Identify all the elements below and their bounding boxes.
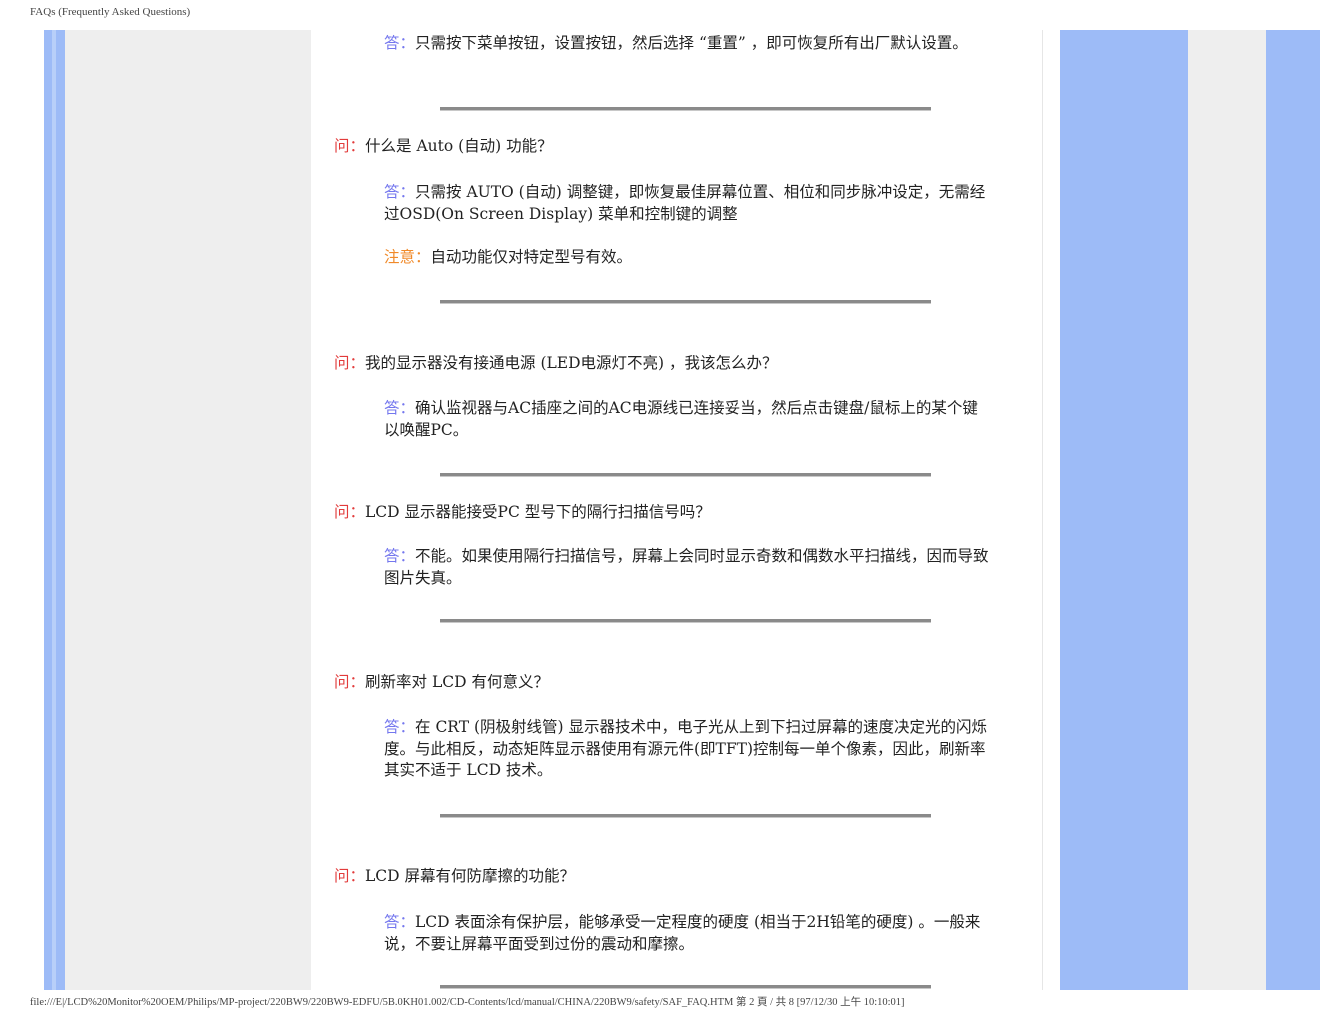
print-footer-path: file:///E|/LCD%20Monitor%20OEM/Philips/M…	[30, 997, 905, 1008]
answer-label: 答：	[384, 718, 416, 736]
question-1: 问：什么是 Auto (自动) 功能？	[334, 136, 553, 158]
separator-rule	[440, 619, 931, 623]
answer-text: 在 CRT (阴极射线管) 显示器技术中，电子光从上到下扫过屏幕的速度决定光的闪…	[384, 718, 987, 779]
answer-text: 只需按下菜单按钮，设置按钮，然后选择 “重置” ，即可恢复所有出厂默认设置。	[415, 34, 968, 52]
separator-rule	[440, 985, 931, 989]
answer-text: 不能。如果使用隔行扫描信号，屏幕上会同时显示奇数和偶数水平扫描线，因而导致图片失…	[384, 547, 989, 587]
question-text: LCD 屏幕有何防摩擦的功能？	[365, 867, 576, 885]
faq-content: 答：只需按下菜单按钮，设置按钮，然后选择 “重置” ，即可恢复所有出厂默认设置。…	[0, 0, 1320, 1020]
question-text: 刷新率对 LCD 有何意义？	[365, 673, 549, 691]
question-label: 问：	[334, 503, 366, 521]
note-text: 自动功能仅对特定型号有效。	[430, 248, 633, 266]
answer-label: 答：	[384, 399, 416, 417]
question-label: 问：	[334, 867, 366, 885]
note-label: 注意：	[384, 248, 431, 266]
question-text: LCD 显示器能接受PC 型号下的隔行扫描信号吗？	[365, 503, 711, 521]
separator-rule	[440, 473, 931, 477]
note-1: 注意：自动功能仅对特定型号有效。	[384, 247, 989, 269]
answer-label: 答：	[384, 34, 416, 52]
separator-rule	[440, 107, 931, 111]
separator-rule	[440, 300, 931, 304]
question-2: 问：我的显示器没有接通电源 (LED电源灯不亮) ，我该怎么办？	[334, 353, 778, 375]
question-label: 问：	[334, 673, 366, 691]
separator-rule	[440, 814, 931, 818]
answer-5: 答：LCD 表面涂有保护层，能够承受一定程度的硬度 (相当于2H铅笔的硬度) 。…	[384, 912, 989, 955]
question-4: 问：刷新率对 LCD 有何意义？	[334, 672, 549, 694]
question-3: 问：LCD 显示器能接受PC 型号下的隔行扫描信号吗？	[334, 502, 711, 524]
question-label: 问：	[334, 137, 366, 155]
answer-label: 答：	[384, 183, 416, 201]
answer-label: 答：	[384, 547, 416, 565]
question-text: 我的显示器没有接通电源 (LED电源灯不亮) ，我该怎么办？	[365, 354, 778, 372]
question-text: 什么是 Auto (自动) 功能？	[365, 137, 553, 155]
question-label: 问：	[334, 354, 366, 372]
answer-4: 答：在 CRT (阴极射线管) 显示器技术中，电子光从上到下扫过屏幕的速度决定光…	[384, 717, 989, 782]
answer-label: 答：	[384, 913, 416, 931]
answer-1: 答：只需按 AUTO (自动) 调整键，即恢复最佳屏幕位置、相位和同步脉冲设定，…	[384, 182, 989, 225]
answer-3: 答：不能。如果使用隔行扫描信号，屏幕上会同时显示奇数和偶数水平扫描线，因而导致图…	[384, 546, 989, 589]
answer-text: 只需按 AUTO (自动) 调整键，即恢复最佳屏幕位置、相位和同步脉冲设定，无需…	[384, 183, 986, 223]
question-5: 问：LCD 屏幕有何防摩擦的功能？	[334, 866, 575, 888]
answer-text: LCD 表面涂有保护层，能够承受一定程度的硬度 (相当于2H铅笔的硬度) 。一般…	[384, 913, 981, 953]
answer-0: 答：只需按下菜单按钮，设置按钮，然后选择 “重置” ，即可恢复所有出厂默认设置。	[384, 33, 989, 55]
answer-text: 确认监视器与AC插座之间的AC电源线已连接妥当，然后点击键盘/鼠标上的某个键以唤…	[384, 399, 978, 439]
answer-2: 答：确认监视器与AC插座之间的AC电源线已连接妥当，然后点击键盘/鼠标上的某个键…	[384, 398, 989, 441]
